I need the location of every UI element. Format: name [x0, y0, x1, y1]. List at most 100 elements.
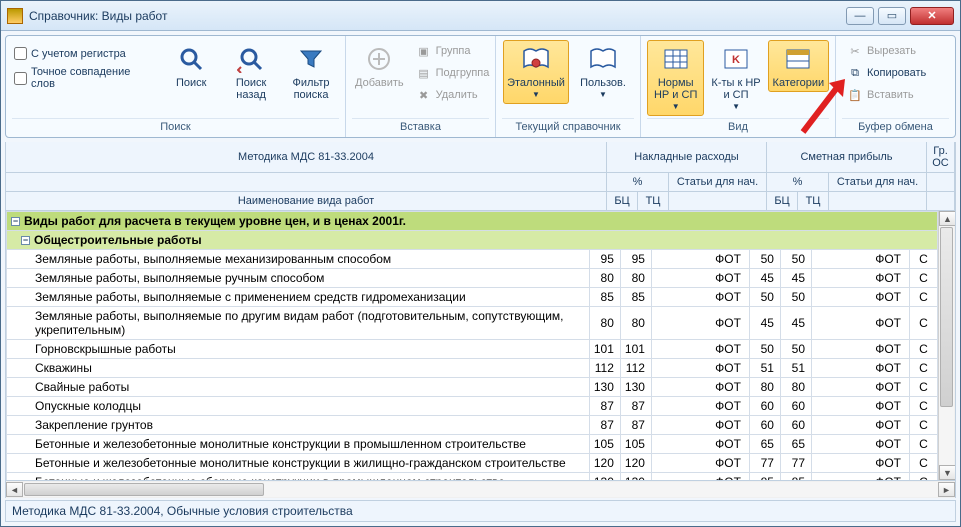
scroll-thumb-h[interactable] [24, 483, 264, 496]
table-row[interactable]: Закрепление грунтов8787ФОТ6060ФОТС [7, 416, 938, 435]
minimize-button[interactable]: — [846, 7, 874, 25]
cell-bc2: 50 [749, 250, 780, 269]
copy-icon: ⧉ [847, 65, 863, 81]
close-button[interactable]: ✕ [910, 7, 954, 25]
subgroup-button[interactable]: ▤Подгруппа [411, 62, 495, 84]
group-caption-search: Поиск [12, 118, 339, 135]
cell-bc1: 130 [589, 378, 620, 397]
table-row[interactable]: Опускные колодцы8787ФОТ6060ФОТС [7, 397, 938, 416]
table-row[interactable]: Земляные работы, выполняемые с применени… [7, 288, 938, 307]
table-row[interactable]: Земляные работы, выполняемые по другим в… [7, 307, 938, 340]
cell-tc2: 60 [780, 397, 811, 416]
categories-button[interactable]: Категории [768, 40, 829, 92]
header-overhead: Накладные расходы [607, 142, 767, 172]
cell-gros: С [910, 250, 938, 269]
table-row[interactable]: Скважины112112ФОТ5151ФОТС [7, 359, 938, 378]
cell-art1: ФОТ [651, 269, 749, 288]
cell-tc1: 80 [620, 269, 651, 288]
maximize-button[interactable]: ▭ [878, 7, 906, 25]
cell-name: Бетонные и железобетонные монолитные кон… [7, 435, 590, 454]
vertical-scrollbar[interactable]: ▲ ▼ [938, 211, 955, 480]
table-row[interactable]: Бетонные и железобетонные сборные констр… [7, 473, 938, 481]
group-row-1[interactable]: −Виды работ для расчета в текущем уровне… [7, 212, 938, 231]
user-button[interactable]: Пользов.▼ [573, 40, 633, 104]
search-back-button[interactable]: Поиск назад [223, 40, 279, 104]
cut-button[interactable]: ✂Вырезать [842, 40, 931, 62]
cell-gros: С [910, 454, 938, 473]
table-row[interactable]: Горновскрышные работы101101ФОТ5050ФОТС [7, 340, 938, 359]
cell-tc1: 101 [620, 340, 651, 359]
coef-button[interactable]: K К-ты к НР и СП▼ [708, 40, 763, 116]
cut-icon: ✂ [847, 43, 863, 59]
cell-art1: ФОТ [651, 378, 749, 397]
cell-art2: ФОТ [812, 416, 910, 435]
cell-bc1: 87 [589, 416, 620, 435]
cell-bc1: 80 [589, 269, 620, 288]
cell-tc2: 50 [780, 340, 811, 359]
scroll-thumb[interactable] [940, 227, 953, 407]
scroll-left-button[interactable]: ◄ [6, 482, 23, 497]
cell-name: Опускные колодцы [7, 397, 590, 416]
table-row[interactable]: Бетонные и железобетонные монолитные кон… [7, 435, 938, 454]
table-row[interactable]: Земляные работы, выполняемые механизиров… [7, 250, 938, 269]
cell-bc1: 87 [589, 397, 620, 416]
cell-art1: ФОТ [651, 340, 749, 359]
cell-tc1: 87 [620, 397, 651, 416]
cell-tc1: 95 [620, 250, 651, 269]
search-filter-button[interactable]: Фильтр поиска [283, 40, 339, 104]
cell-art2: ФОТ [812, 435, 910, 454]
reference-button[interactable]: Эталонный▼ [503, 40, 569, 104]
cell-tc2: 80 [780, 378, 811, 397]
cell-bc2: 51 [749, 359, 780, 378]
group-row-2[interactable]: −Общестроительные работы [7, 231, 938, 250]
cell-art2: ФОТ [812, 269, 910, 288]
cell-bc1: 80 [589, 307, 620, 340]
cell-bc2: 60 [749, 397, 780, 416]
categories-icon [782, 43, 814, 75]
cell-name: Свайные работы [7, 378, 590, 397]
cell-gros: С [910, 269, 938, 288]
table-row[interactable]: Свайные работы130130ФОТ8080ФОТС [7, 378, 938, 397]
data-table[interactable]: −Виды работ для расчета в текущем уровне… [6, 211, 938, 480]
collapse-icon[interactable]: − [21, 236, 30, 245]
chk-register[interactable]: С учетом регистра [14, 47, 157, 60]
group-caption-insert: Вставка [352, 118, 489, 135]
table-row[interactable]: Земляные работы, выполняемые ручным спос… [7, 269, 938, 288]
cell-name: Скважины [7, 359, 590, 378]
cell-bc1: 120 [589, 454, 620, 473]
cell-gros: С [910, 435, 938, 454]
header-gros: Гр. ОС [927, 142, 955, 172]
search-button[interactable]: Поиск [163, 40, 219, 92]
cell-gros: С [910, 288, 938, 307]
copy-button[interactable]: ⧉Копировать [842, 62, 931, 84]
cell-gros: С [910, 397, 938, 416]
add-button[interactable]: Добавить [352, 40, 407, 92]
cell-tc1: 130 [620, 473, 651, 481]
table-row[interactable]: Бетонные и железобетонные монолитные кон… [7, 454, 938, 473]
paste-button[interactable]: 📋Вставить [842, 84, 931, 106]
group-button[interactable]: ▣Группа [411, 40, 495, 62]
chk-exact[interactable]: Точное совпадение слов [14, 66, 157, 90]
filter-icon [295, 43, 327, 75]
scroll-up-button[interactable]: ▲ [939, 211, 956, 226]
norms-button[interactable]: Нормы НР и СП▼ [647, 40, 704, 116]
cell-art2: ФОТ [812, 397, 910, 416]
titlebar: Справочник: Виды работ — ▭ ✕ [1, 1, 960, 31]
header-method: Методика МДС 81-33.2004 [6, 142, 607, 172]
group-caption-view: Вид [647, 118, 829, 135]
cell-bc1: 130 [589, 473, 620, 481]
app-window: Справочник: Виды работ — ▭ ✕ С учетом ре… [0, 0, 961, 527]
collapse-icon[interactable]: − [11, 217, 20, 226]
cell-name: Земляные работы, выполняемые по другим в… [7, 307, 590, 340]
scroll-right-button[interactable]: ► [938, 482, 955, 497]
cell-gros: С [910, 307, 938, 340]
cell-bc2: 45 [749, 307, 780, 340]
group-caption-clip: Буфер обмена [842, 118, 949, 135]
cell-tc1: 120 [620, 454, 651, 473]
horizontal-scrollbar[interactable]: ◄ ► [5, 481, 956, 498]
table-icon [660, 43, 692, 75]
scroll-down-button[interactable]: ▼ [939, 465, 956, 480]
cell-art2: ФОТ [812, 473, 910, 481]
delete-button[interactable]: ✖Удалить [411, 84, 495, 106]
subgroup-icon: ▤ [416, 65, 432, 81]
